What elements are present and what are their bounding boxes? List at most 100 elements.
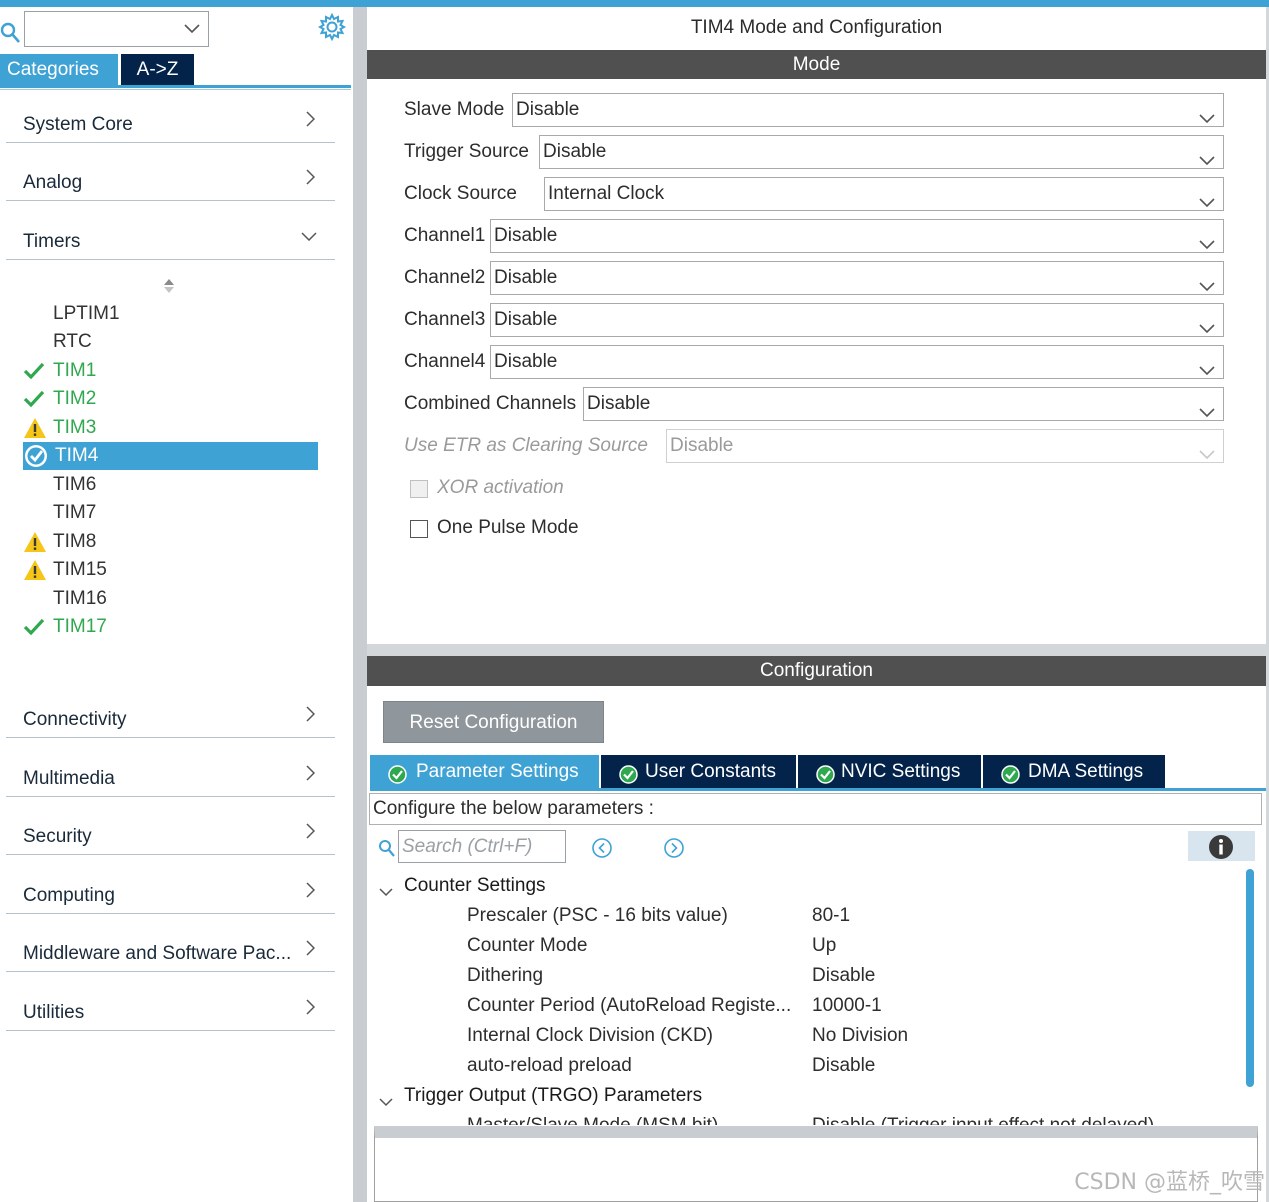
channel3-label: Channel3: [404, 309, 486, 330]
tab-nvic-settings[interactable]: NVIC Settings: [798, 755, 981, 788]
chevron-right-icon: [305, 765, 316, 786]
channel4-label: Channel4: [404, 351, 486, 372]
chevron-right-icon: [305, 169, 316, 190]
chevron-down-icon: [1199, 188, 1215, 220]
timer-item-tim4[interactable]: TIM4: [23, 442, 318, 470]
param-row-clock-division[interactable]: Internal Clock Division (CKD) No Divisio…: [467, 1025, 1247, 1051]
timer-item-tim3[interactable]: TIM3: [23, 414, 318, 442]
watermark: CSDN @蓝桥_吹雪: [1074, 1170, 1265, 1195]
timer-item-tim6[interactable]: TIM6: [23, 471, 318, 499]
tab-label: User Constants: [645, 761, 776, 782]
previous-result-icon[interactable]: [591, 837, 613, 864]
mode-section: Slave Mode Disable Trigger Source Disabl…: [367, 79, 1266, 644]
param-name: Master/Slave Mode (MSM bit): [467, 1115, 807, 1125]
category-label: Middleware and Software Pac...: [23, 943, 292, 964]
combined-channels-select[interactable]: Disable: [583, 387, 1224, 421]
trigger-source-select[interactable]: Disable: [539, 135, 1224, 169]
check-circle-icon: [1001, 762, 1020, 784]
param-row-dithering[interactable]: Dithering Disable: [467, 965, 1247, 991]
chevron-down-icon: [379, 1091, 393, 1113]
scrollbar-thumb[interactable]: [1246, 869, 1254, 1087]
clock-source-select[interactable]: Internal Clock: [544, 177, 1224, 211]
check-circle-icon: [816, 762, 835, 784]
trigger-source-value: Disable: [543, 141, 607, 162]
checkbox-box[interactable]: [410, 520, 428, 538]
search-icon[interactable]: [0, 21, 22, 45]
timer-label: TIM16: [53, 588, 107, 609]
chevron-down-icon: [1199, 314, 1215, 346]
category-timers[interactable]: Timers: [6, 220, 335, 260]
timer-item-tim2[interactable]: TIM2: [23, 385, 318, 413]
category-connectivity[interactable]: Connectivity: [6, 698, 335, 738]
param-name: auto-reload preload: [467, 1055, 632, 1076]
category-search-combo[interactable]: [24, 11, 209, 47]
channel4-value: Disable: [494, 351, 558, 372]
category-system-core[interactable]: System Core: [6, 103, 335, 143]
info-button[interactable]: [1188, 831, 1255, 861]
tab-dma-settings[interactable]: DMA Settings: [983, 755, 1165, 788]
channel1-select[interactable]: Disable: [490, 219, 1224, 253]
timer-label: LPTIM1: [53, 303, 120, 324]
slave-mode-label: Slave Mode: [404, 99, 505, 120]
mode-section-header: Mode: [367, 50, 1266, 79]
section-splitter[interactable]: [367, 644, 1266, 656]
channel3-value: Disable: [494, 309, 558, 330]
reset-configuration-button[interactable]: Reset Configuration: [383, 701, 604, 743]
gear-icon[interactable]: [317, 12, 347, 42]
left-panel: Categories A->Z System Core Analog Timer…: [0, 7, 353, 1202]
etr-clearing-label: Use ETR as Clearing Source: [404, 435, 648, 456]
param-row-counter-period[interactable]: Counter Period (AutoReload Registe... 10…: [467, 995, 1247, 1021]
timer-item-tim17[interactable]: TIM17: [23, 613, 318, 641]
timer-item-tim16[interactable]: TIM16: [23, 585, 318, 613]
category-middleware[interactable]: Middleware and Software Pac...: [6, 932, 335, 972]
param-value: Disable: [812, 965, 876, 986]
param-row-counter-mode[interactable]: Counter Mode Up: [467, 935, 1247, 961]
etr-clearing-value: Disable: [670, 435, 734, 456]
slave-mode-select[interactable]: Disable: [512, 93, 1224, 127]
chevron-right-icon: [305, 940, 316, 961]
channel2-label: Channel2: [404, 267, 486, 288]
channel2-select[interactable]: Disable: [490, 261, 1224, 295]
one-pulse-mode-label: One Pulse Mode: [437, 517, 579, 538]
category-analog[interactable]: Analog: [6, 161, 335, 201]
param-value: Disable (Trigger input effect not delaye…: [812, 1115, 1154, 1125]
tab-categories[interactable]: Categories: [0, 54, 118, 85]
parameter-search-input[interactable]: Search (Ctrl+F): [398, 830, 566, 863]
slave-mode-value: Disable: [516, 99, 580, 120]
search-icon: [378, 839, 396, 864]
chevron-right-icon: [305, 706, 316, 727]
timer-item-tim1[interactable]: TIM1: [23, 357, 318, 385]
timer-item-tim8[interactable]: TIM8: [23, 528, 318, 556]
param-value: No Division: [812, 1025, 909, 1046]
timer-item-tim15[interactable]: TIM15: [23, 556, 318, 584]
chevron-down-icon: [1199, 398, 1215, 430]
chevron-down-icon: [1199, 272, 1215, 304]
param-row-auto-reload-preload[interactable]: auto-reload preload Disable: [467, 1055, 1247, 1081]
param-value: Disable: [812, 1055, 876, 1076]
param-row-master-slave-mode[interactable]: Master/Slave Mode (MSM bit) Disable (Tri…: [467, 1115, 1247, 1125]
next-result-icon[interactable]: [663, 837, 685, 864]
tab-user-constants[interactable]: User Constants: [601, 755, 796, 788]
timer-item-lptim1[interactable]: LPTIM1: [23, 300, 318, 328]
tab-a-z[interactable]: A->Z: [121, 54, 194, 85]
param-row-prescaler[interactable]: Prescaler (PSC - 16 bits value) 80-1: [467, 905, 1247, 931]
channel3-select[interactable]: Disable: [490, 303, 1224, 337]
category-utilities[interactable]: Utilities: [6, 991, 335, 1031]
panel-splitter[interactable]: [353, 7, 367, 1202]
category-computing[interactable]: Computing: [6, 874, 335, 914]
chevron-down-icon: [1199, 356, 1215, 388]
timer-label: TIM2: [53, 388, 97, 409]
chevron-right-icon: [305, 823, 316, 844]
configure-hint: Configure the below parameters :: [369, 793, 1262, 825]
tab-parameter-settings[interactable]: Parameter Settings: [370, 755, 599, 788]
timer-item-tim7[interactable]: TIM7: [23, 499, 318, 527]
channel4-select[interactable]: Disable: [490, 345, 1224, 379]
timer-item-rtc[interactable]: RTC: [23, 328, 318, 356]
chevron-right-icon: [305, 111, 316, 132]
category-multimedia[interactable]: Multimedia: [6, 757, 335, 797]
check-icon: [23, 616, 47, 638]
trigger-source-label: Trigger Source: [404, 141, 529, 162]
category-security[interactable]: Security: [6, 815, 335, 855]
clock-source-value: Internal Clock: [548, 183, 665, 204]
sort-icon[interactable]: [161, 277, 177, 300]
